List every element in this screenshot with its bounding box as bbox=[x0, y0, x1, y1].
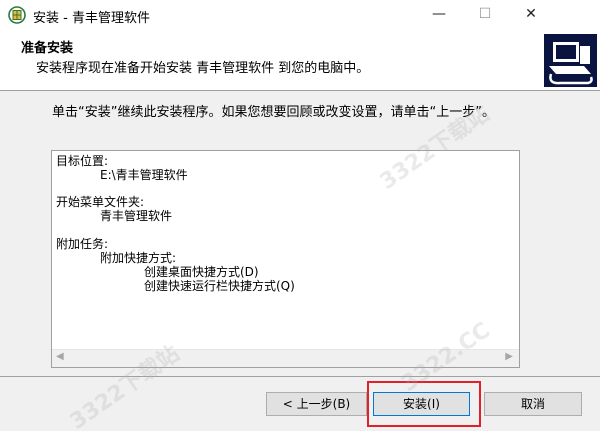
app-icon bbox=[8, 6, 26, 24]
tasks-label: 附加任务: bbox=[56, 237, 109, 251]
tasks-group: 附加快捷方式: bbox=[100, 251, 177, 265]
dest-label: 目标位置: bbox=[56, 154, 109, 168]
maximize-icon: ☐ bbox=[478, 6, 492, 22]
menu-label: 开始菜单文件夹: bbox=[56, 195, 145, 209]
wizard-header: 准备安装 安装程序现在准备开始安装 青丰管理软件 到您的电脑中。 bbox=[0, 31, 600, 91]
maximize-button[interactable]: ☐ bbox=[462, 0, 508, 31]
wizard-body: 单击“安装”继续此安装程序。如果您想要回顾或改变设置，请单击“上一步”。 目标位… bbox=[0, 91, 600, 376]
wizard-footer: < 上一步(B) 安装(I) 取消 bbox=[0, 377, 600, 431]
install-button[interactable]: 安装(I) bbox=[373, 392, 470, 416]
task-quicklaunch-shortcut: 创建快速运行栏快捷方式(Q) bbox=[144, 279, 295, 293]
page-title: 准备安装 bbox=[21, 41, 74, 56]
window-title: 安装 - 青丰管理软件 bbox=[33, 11, 150, 26]
intro-text: 单击“安装”继续此安装程序。如果您想要回顾或改变设置，请单击“上一步”。 bbox=[52, 105, 495, 120]
close-icon: ✕ bbox=[525, 6, 537, 22]
back-button[interactable]: < 上一步(B) bbox=[266, 392, 367, 416]
ready-memo[interactable]: 目标位置: E:\青丰管理软件 开始菜单文件夹: 青丰管理软件 附加任务: 附加… bbox=[51, 150, 520, 368]
scroll-right-icon[interactable]: ▶ bbox=[505, 351, 513, 362]
setup-computer-icon bbox=[544, 34, 597, 87]
scroll-left-icon[interactable]: ◀ bbox=[56, 351, 64, 362]
horizontal-scrollbar[interactable]: ◀ ▶ bbox=[52, 349, 519, 367]
minimize-icon: — bbox=[432, 6, 446, 22]
task-desktop-shortcut: 创建桌面快捷方式(D) bbox=[144, 265, 259, 279]
page-subtitle: 安装程序现在准备开始安装 青丰管理软件 到您的电脑中。 bbox=[36, 61, 370, 76]
cancel-button[interactable]: 取消 bbox=[484, 392, 582, 416]
menu-value: 青丰管理软件 bbox=[100, 209, 173, 223]
minimize-button[interactable]: — bbox=[416, 0, 462, 31]
title-bar: 安装 - 青丰管理软件 — ☐ ✕ bbox=[0, 0, 600, 31]
dest-value: E:\青丰管理软件 bbox=[100, 168, 188, 182]
close-button[interactable]: ✕ bbox=[508, 0, 554, 31]
